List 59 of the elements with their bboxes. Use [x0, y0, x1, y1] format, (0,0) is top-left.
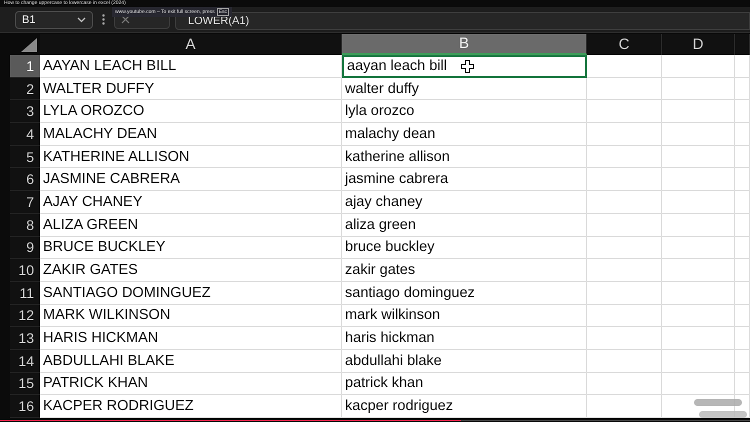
- row-header[interactable]: 9: [10, 236, 40, 260]
- table-cell: patrick khan: [342, 372, 587, 396]
- table-cell: lyla orozco: [342, 100, 587, 124]
- table-cell: LYLA OROZCO: [40, 100, 342, 124]
- table-cell: walter duffy: [342, 78, 587, 100]
- table-cell: ajay chaney: [342, 191, 587, 214]
- table-cell: KACPER RODRIGUEZ: [40, 395, 342, 418]
- row-header[interactable]: 11: [10, 282, 40, 305]
- table-cell: JASMINE CABRERA: [40, 168, 342, 192]
- column-header[interactable]: C: [587, 34, 662, 55]
- table-cell: AJAY CHANEY: [40, 191, 342, 214]
- row-header[interactable]: 2: [10, 78, 40, 100]
- row-header[interactable]: 4: [10, 123, 40, 146]
- table-cell: HARIS HICKMAN: [40, 327, 342, 350]
- row-header[interactable]: 10: [10, 259, 40, 282]
- table-cell: aliza green: [342, 214, 587, 236]
- table-cell: kacper rodriguez: [342, 395, 587, 418]
- table-cell: ABDULLAHI BLAKE: [40, 350, 342, 373]
- name-box[interactable]: B1: [15, 10, 93, 28]
- table-cell: haris hickman: [342, 327, 587, 350]
- table-cell: BRUCE BUCKLEY: [40, 236, 342, 260]
- table-cell: WALTER DUFFY: [40, 78, 342, 100]
- row-header[interactable]: 13: [10, 327, 40, 350]
- row-header[interactable]: 7: [10, 191, 40, 214]
- table-cell: abdullahi blake: [342, 350, 587, 373]
- table-cell: bruce buckley: [342, 236, 587, 260]
- table-cell: KATHERINE ALLISON: [40, 146, 342, 168]
- table-cell: aayan leach bill: [342, 55, 587, 78]
- cancel-icon[interactable]: [121, 15, 130, 24]
- row-header[interactable]: 14: [10, 350, 40, 373]
- row-header[interactable]: 16: [10, 395, 40, 418]
- table-cell: PATRICK KHAN: [40, 372, 342, 396]
- table-cell: zakir gates: [342, 259, 587, 282]
- table-cell: MARK WILKINSON: [40, 304, 342, 328]
- row-header[interactable]: 8: [10, 214, 40, 236]
- chevron-icon: [77, 16, 86, 22]
- more-icon[interactable]: [102, 14, 105, 25]
- table-cell: ALIZA GREEN: [40, 214, 342, 236]
- table-cell: malachy dean: [342, 123, 587, 146]
- table-cell: ZAKIR GATES: [40, 259, 342, 282]
- corner-triangle-icon: [21, 38, 37, 52]
- row-header[interactable]: 3: [10, 100, 40, 124]
- row-header[interactable]: 15: [10, 372, 40, 396]
- column-header[interactable]: B: [342, 34, 587, 55]
- column-header[interactable]: A: [40, 34, 342, 55]
- table-cell: katherine allison: [342, 146, 587, 168]
- table-cell: mark wilkinson: [342, 304, 587, 328]
- row-header[interactable]: 1: [10, 55, 40, 78]
- row-header[interactable]: 5: [10, 146, 40, 168]
- row-header[interactable]: 6: [10, 168, 40, 192]
- move-cursor-icon: [460, 60, 474, 73]
- player-control-bar[interactable]: [694, 399, 742, 406]
- table-cell: MALACHY DEAN: [40, 123, 342, 146]
- table-cell: AAYAN LEACH BILL: [40, 55, 342, 78]
- table-cell: SANTIAGO DOMINGUEZ: [40, 282, 342, 305]
- row-header[interactable]: 12: [10, 304, 40, 328]
- table-cell: jasmine cabrera: [342, 168, 587, 192]
- column-header[interactable]: D: [662, 34, 735, 55]
- table-cell: santiago dominguez: [342, 282, 587, 305]
